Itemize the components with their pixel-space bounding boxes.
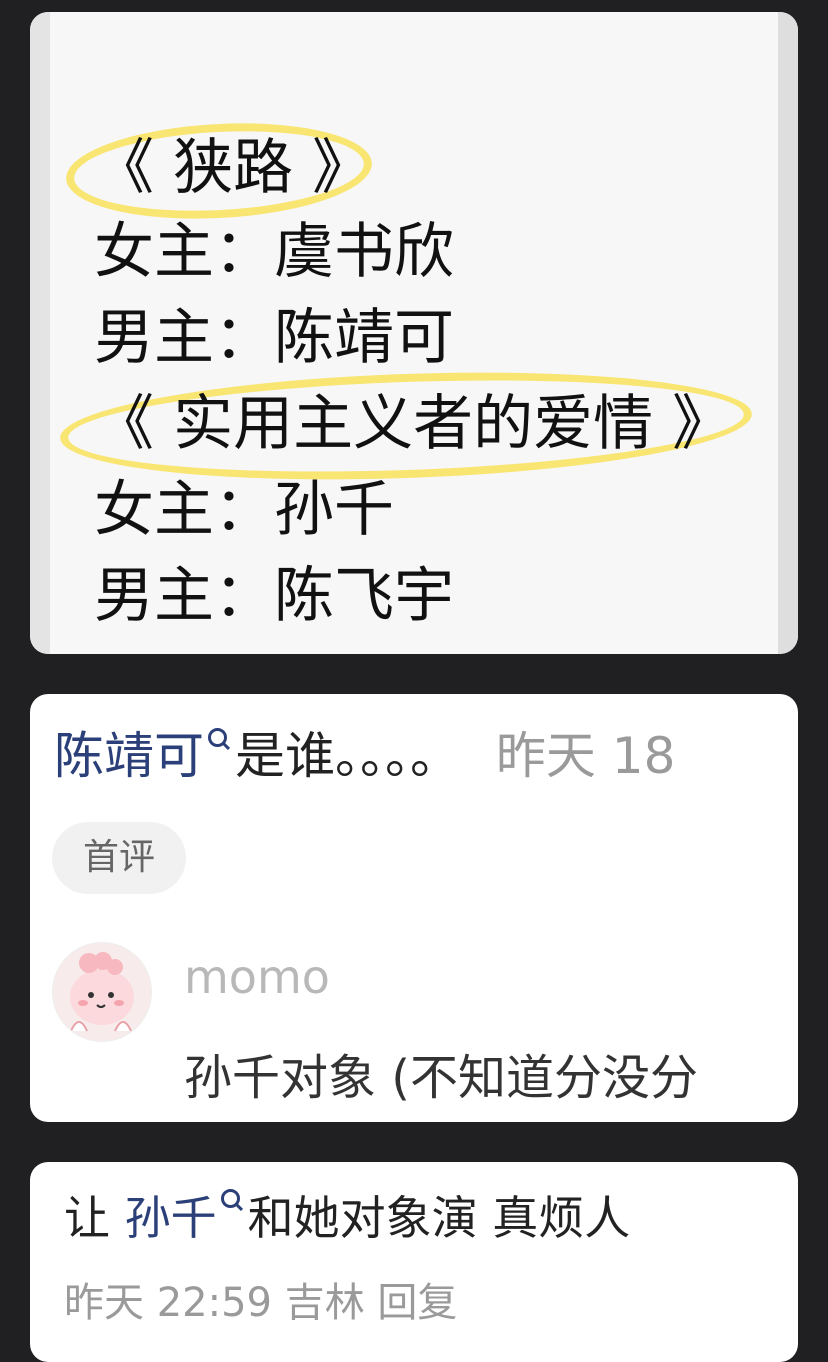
search-icon[interactable] [208,728,227,747]
note-line-1: 女主：虞书欣 [94,217,454,287]
comment-text: 是谁。。。。 [235,727,460,785]
avatar[interactable] [52,942,152,1042]
comment2-line: 让 孙千 和她对象演 真烦人 [64,1182,630,1248]
comment2-text: 和她对象演 真烦人 [247,1191,631,1245]
mention-link[interactable]: 陈靖可 [54,727,204,785]
note-title-1: 《 狭路 》 [94,133,373,203]
note-line-3: 女主：孙千 [94,475,394,545]
comment-card: 陈靖可 是谁。。。。 昨天 18 首评 momo 孙千对象 (不知道分没分 [30,694,798,1122]
comment-time: 昨天 18 [495,727,676,785]
comment-card-2: 让 孙千 和她对象演 真烦人 昨天 22:59 吉林 回复 [30,1162,798,1362]
note-line-4: 男主：陈飞宇 [94,561,454,631]
reply-username[interactable]: momo [184,950,330,1004]
search-icon[interactable] [220,1189,240,1208]
first-comment-badge: 首评 [52,822,186,894]
comment-line: 陈靖可 是谁。。。。 昨天 18 [54,716,675,788]
reply-text: 孙千对象 (不知道分没分 [184,1050,698,1106]
comment2-prefix: 让 [64,1191,110,1245]
mention-link-2[interactable]: 孙千 [125,1191,217,1245]
note-line-2: 男主：陈靖可 [94,303,454,373]
avatar-illustration-icon [70,952,134,1032]
comment2-meta: 昨天 22:59 吉林 回复 [64,1280,458,1326]
note-title-2: 《 实用主义者的爱情 》 [94,389,733,459]
note-image-card[interactable]: 《 狭路 》 女主：虞书欣 男主：陈靖可 《 实用主义者的爱情 》 女主：孙千 … [30,12,798,654]
